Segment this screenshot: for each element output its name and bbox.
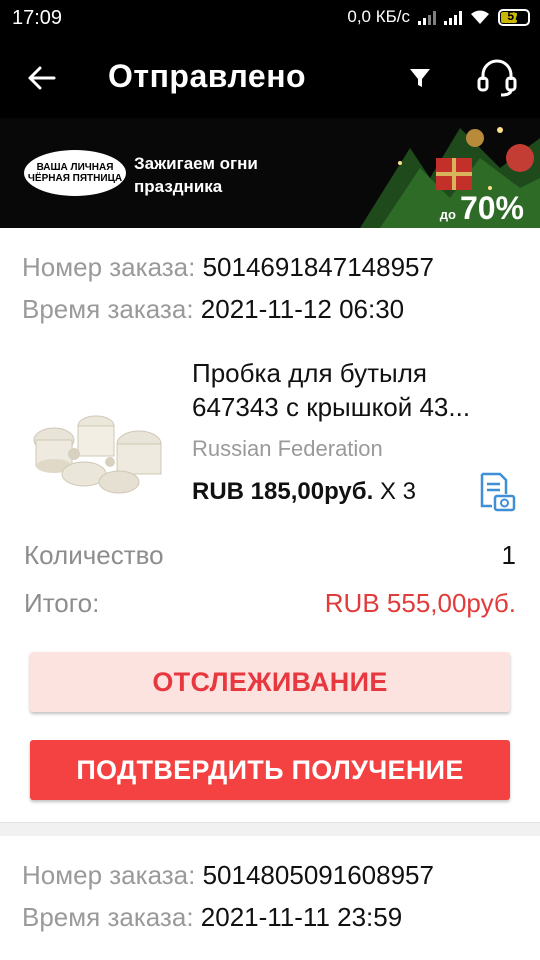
order-time: 2021-11-12 06:30 <box>200 294 405 324</box>
order-number-label: Номер заказа: <box>22 252 196 282</box>
quantity-value: 1 <box>501 540 516 570</box>
arrow-left-icon[interactable] <box>22 58 62 98</box>
network-speed: 0,0 КБ/с <box>347 7 410 26</box>
quantity-label: Количество <box>24 540 164 570</box>
status-bar: 17:09 0,0 КБ/с 57 <box>0 0 540 38</box>
brand-logo: ВАША ЛИЧНАЯ ЧЁРНАЯ ПЯТНИЦА <box>24 150 126 196</box>
discount-value: 70% <box>459 190 524 226</box>
order-time-row: Время заказа: 2021-11-12 06:30 <box>22 294 404 325</box>
tracking-button[interactable]: ОТСЛЕЖИВАНИЕ <box>30 652 510 712</box>
signal-icon <box>418 9 436 25</box>
promo-banner[interactable]: ВАША ЛИЧНАЯ ЧЁРНАЯ ПЯТНИЦА Зажигаем огни… <box>0 118 540 228</box>
signal-icon <box>444 9 462 25</box>
wifi-icon <box>471 10 489 24</box>
order-number-label: Номер заказа: <box>22 860 196 890</box>
confirm-receipt-button[interactable]: ПОДТВЕРДИТЬ ПОЛУЧЕНИЕ <box>30 740 510 800</box>
page-title: Отправлено <box>108 58 307 94</box>
total-value: RUB 555,00руб. <box>324 588 516 618</box>
status-time: 17:09 <box>12 7 63 29</box>
product-name[interactable]: Пробка для бутыля 647343 с крышкой 43... <box>192 356 520 424</box>
order-time: 2021-11-11 23:59 <box>200 902 403 932</box>
photo-document-icon[interactable] <box>478 472 516 512</box>
quantity-row: Количество 1 <box>24 540 516 571</box>
order-number: 5014805091608957 <box>202 860 434 890</box>
order-time-label: Время заказа: <box>22 294 194 324</box>
total-row: Итого: RUB 555,00руб. <box>24 588 516 619</box>
order-number-row: Номер заказа: 5014805091608957 <box>22 860 434 891</box>
headset-icon[interactable] <box>474 56 520 100</box>
order-number: 5014691847148957 <box>202 252 434 282</box>
banner-tagline: Зажигаем огни праздника <box>134 154 258 196</box>
product-multiplier: X 3 <box>379 478 416 505</box>
product-country: Russian Federation <box>192 436 383 461</box>
order-time-row: Время заказа: 2021-11-11 23:59 <box>22 902 402 933</box>
product-item[interactable]: Пробка для бутыля 647343 с крышкой 43...… <box>0 352 540 524</box>
discount-label: до 70% <box>440 190 524 227</box>
battery-icon: 57 <box>498 8 530 26</box>
product-price-row: RUB 185,00руб. X 3 <box>192 478 416 506</box>
app-bar: Отправлено <box>0 38 540 118</box>
logo-line-2: ЧЁРНАЯ ПЯТНИЦА <box>27 173 123 184</box>
order-time-label: Время заказа: <box>22 902 194 932</box>
discount-prefix: до <box>439 207 456 222</box>
status-right: 0,0 КБ/с 57 <box>347 7 530 27</box>
product-thumbnail <box>24 392 174 504</box>
logo-line-1: ВАША ЛИЧНАЯ <box>36 162 114 173</box>
section-divider <box>0 822 540 836</box>
order-number-row: Номер заказа: 5014691847148957 <box>22 252 434 283</box>
total-label: Итого: <box>24 588 100 618</box>
battery-level: 57 <box>507 8 521 23</box>
filter-icon[interactable] <box>402 60 438 96</box>
product-price: RUB 185,00руб. <box>192 478 374 505</box>
